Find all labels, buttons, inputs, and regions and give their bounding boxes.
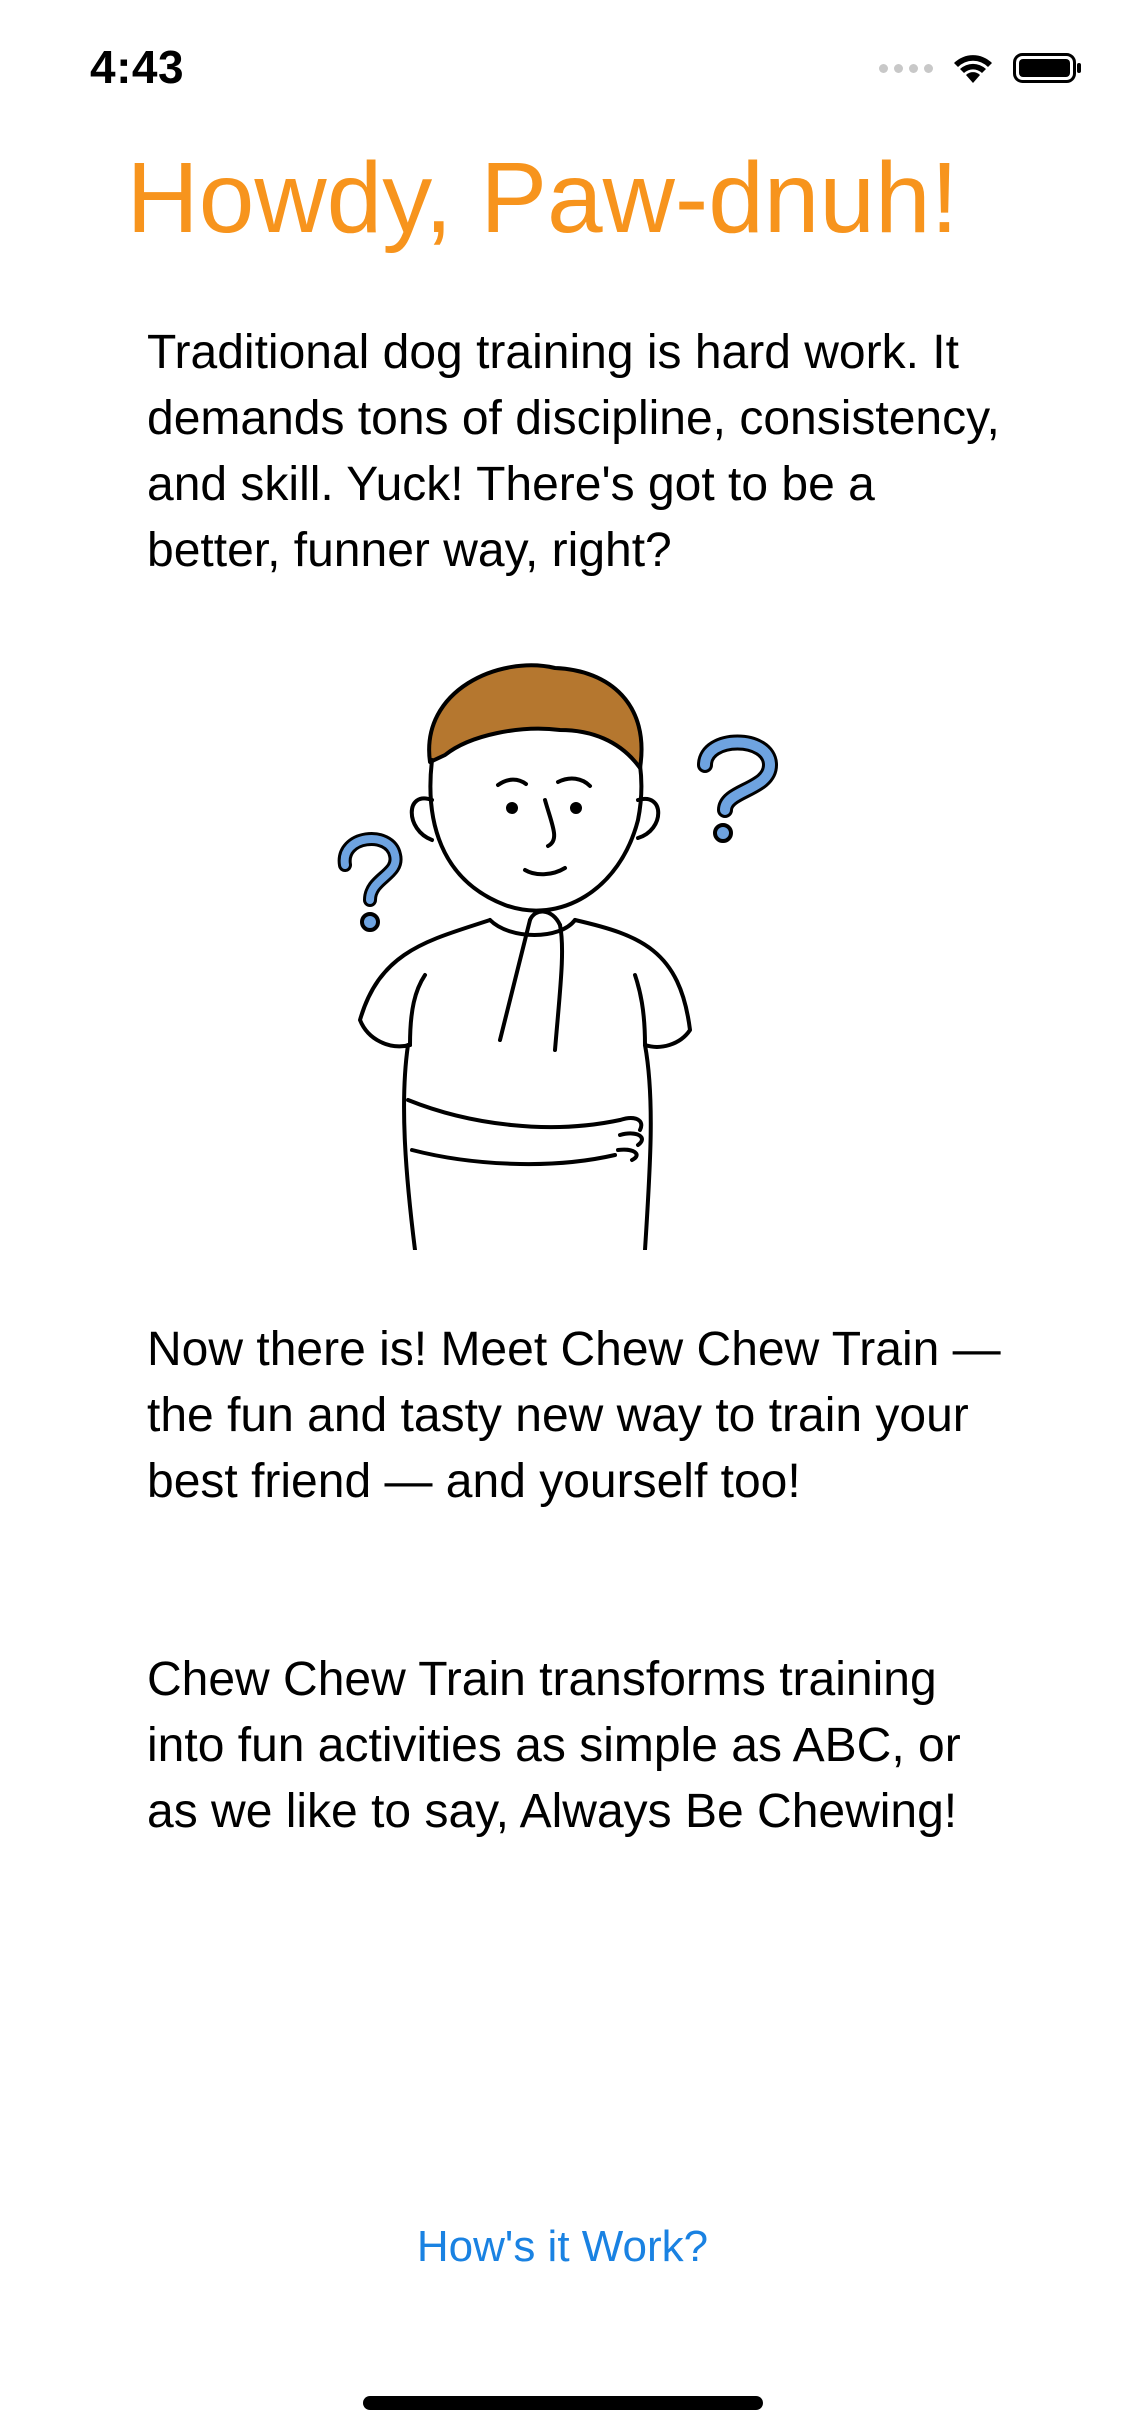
status-time: 4:43 <box>90 41 185 93</box>
status-icons <box>879 48 1083 88</box>
abc-text: Chew Chew Train transforms training into… <box>147 1653 961 1838</box>
home-indicator[interactable] <box>363 2396 763 2410</box>
hows-it-work-button[interactable]: How's it Work? <box>0 2222 1125 2272</box>
signal-dots-icon <box>879 63 933 73</box>
thinking-person-illustration <box>337 663 778 1250</box>
pitch-text: Now there is! Meet Chew Chew Train — the… <box>147 1323 1001 1508</box>
battery-icon <box>1013 53 1081 83</box>
intro-text: Traditional dog training is hard work. I… <box>147 326 1000 577</box>
question-mark-right-icon <box>697 734 778 843</box>
status-bar: 4:43 <box>0 0 1125 132</box>
question-mark-left-icon <box>337 832 403 932</box>
wifi-icon <box>954 55 992 83</box>
page-title: Howdy, Paw-dnuh! <box>126 142 959 254</box>
